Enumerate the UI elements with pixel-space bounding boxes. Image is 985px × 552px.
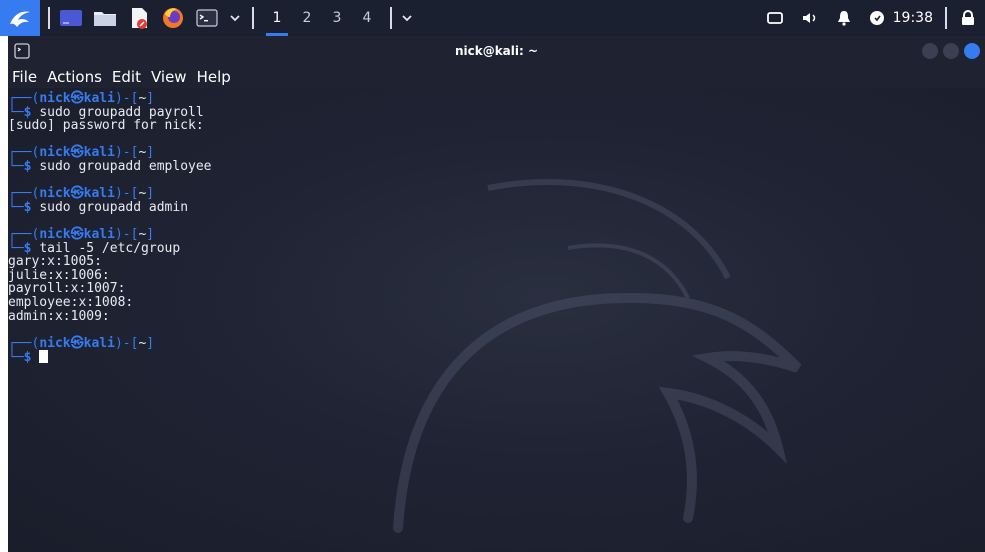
text-cursor [39,350,49,364]
prompt-dollar: $ [23,199,40,215]
prompt-line: ┌──(nick㉿kali)-[~] [8,146,212,160]
menu-help[interactable]: Help [197,68,231,86]
window-list-chevron-icon[interactable] [400,5,414,31]
clock[interactable]: 19:38 [893,10,933,26]
network-icon[interactable] [766,0,783,36]
command-text: sudo groupadd employee [39,158,212,174]
output-line: julie:x:1006: [8,267,110,283]
prompt-frame: └─ [8,158,24,174]
output-line: employee:x:1008: [8,294,134,310]
system-tray: 19:38 [758,0,985,36]
chevron-down-icon[interactable] [228,5,242,31]
kali-dragon-watermark [393,179,802,533]
workspace-3[interactable]: 3 [322,0,352,36]
window-title: nick@kali: ~ [454,44,539,58]
command-line: └─$ sudo groupadd employee [8,160,212,174]
menu-view[interactable]: View [151,68,187,86]
power-icon[interactable] [869,0,885,36]
panel-separator [945,7,947,29]
prompt-frame: )-[ [114,335,139,351]
close-button[interactable] [964,43,980,59]
output-line: admin:x:1009: [8,308,110,324]
terminal-window: nick@kali: ~ File Actions Edit View Help… [8,36,985,552]
kali-menu-icon[interactable] [0,0,40,36]
output-line: payroll:x:1007: [8,281,126,297]
firefox-icon[interactable] [160,5,186,31]
prompt-frame: ┌──( [8,335,40,351]
file-manager-icon[interactable] [92,5,118,31]
prompt-frame: ] [146,335,155,351]
prompt-host: kali [83,335,115,351]
command-line: └─$ sudo groupadd admin [8,199,212,215]
minimize-button[interactable] [922,43,938,59]
workspace-4[interactable]: 4 [352,0,382,36]
prompt-dollar: $ [23,350,40,366]
menu-file[interactable]: File [12,68,37,86]
desktop: 1 2 3 4 19:38 nick@kali: ~ File Actions … [0,0,985,552]
notification-bell-icon[interactable] [837,0,851,36]
output-line: [sudo] password for nick: [8,118,204,134]
show-desktop-icon[interactable] [58,5,84,31]
command-line: └─$ [8,350,212,366]
workspace-2[interactable]: 2 [292,0,322,36]
output-line: gary:x:1005: [8,254,102,270]
workspace-1[interactable]: 1 [262,0,292,36]
top-panel: 1 2 3 4 19:38 [0,0,985,36]
menu-actions[interactable]: Actions [47,68,102,86]
panel-separator [390,7,392,29]
prompt-frame: └─ [8,350,24,366]
menu-edit[interactable]: Edit [112,68,141,86]
prompt-user: nick [39,335,71,351]
prompt-line: ┌──(nick㉿kali)-[~] [8,187,212,201]
text-editor-icon[interactable] [126,5,152,31]
terminal-icon[interactable] [194,5,220,31]
title-bar[interactable]: nick@kali: ~ [8,36,985,66]
prompt-dollar: $ [23,158,40,174]
terminal-output[interactable]: ┌──(nick㉿kali)-[~] └─$ sudo groupadd payr… [8,88,985,552]
prompt-line: ┌──(nick㉿kali)-[~] [8,335,212,351]
command-line: └─$ tail -5 /etc/group [8,241,212,256]
panel-separator [48,7,50,29]
prompt-line: ┌──(nick㉿kali)-[~] [8,228,212,242]
maximize-button[interactable] [943,43,959,59]
command-text: sudo groupadd admin [39,199,189,215]
volume-icon[interactable] [801,0,819,36]
menu-bar: File Actions Edit View Help [8,66,985,88]
panel-separator [252,7,254,29]
terminal-lines: ┌──(nick㉿kali)-[~] └─$ sudo groupadd payr… [8,92,212,366]
lock-icon[interactable] [961,0,975,36]
prompt-line: ┌──(nick㉿kali)-[~] [8,92,212,106]
command-line: └─$ sudo groupadd payroll [8,105,212,120]
prompt-at-icon: ㉿ [70,335,84,351]
